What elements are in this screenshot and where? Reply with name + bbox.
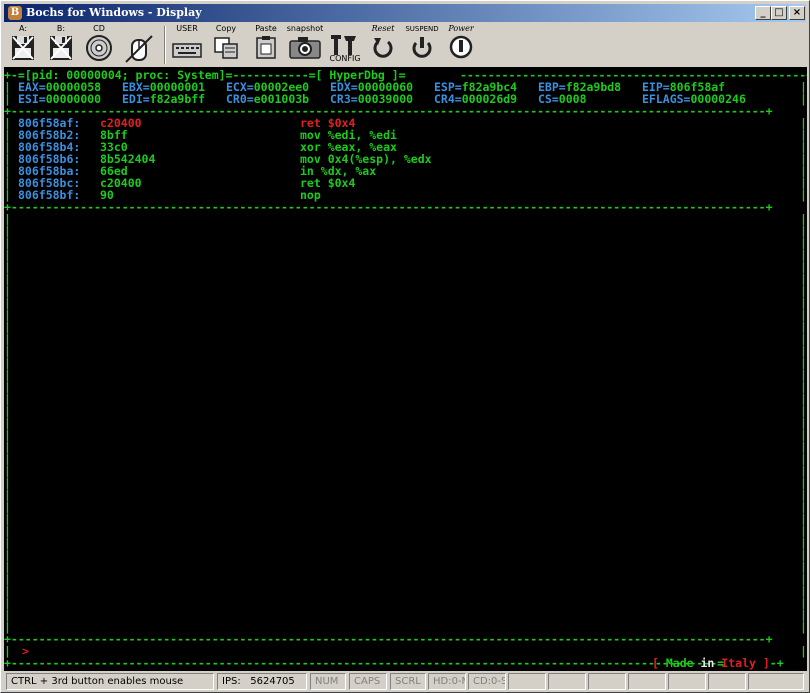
cdrom-button[interactable]: CD — [84, 24, 114, 66]
status-ips: IPS: 5624705 — [217, 673, 307, 690]
status-hd: HD:0-M — [428, 673, 466, 690]
status-hint: CTRL + 3rd button enables mouse — [6, 673, 214, 690]
suspend-icon — [412, 37, 432, 58]
cd-disc-icon — [86, 35, 112, 61]
border-pipe: | — [800, 92, 807, 106]
config-label: CONFIG — [329, 54, 361, 63]
floppy-b-label: B: — [56, 24, 66, 33]
toolbar: A: B: CD USER Copy Paste snapshot CONFIG… — [4, 24, 806, 66]
status-scroll-lock: SCRL — [390, 673, 426, 690]
status-bar: CTRL + 3rd button enables mouse IPS: 562… — [4, 673, 807, 691]
divider-line: +---------------------------------------… — [4, 632, 773, 646]
reset-icon — [373, 38, 393, 58]
footer-italy: Italy — [721, 656, 756, 670]
ips-value: 5624705 — [250, 676, 295, 687]
status-field — [668, 673, 706, 690]
reset-label: Reset — [371, 24, 395, 33]
config-button[interactable]: CONFIG — [328, 24, 362, 66]
status-field — [628, 673, 666, 690]
maximize-button[interactable]: □ — [771, 6, 787, 20]
toolbar-separator — [164, 26, 166, 64]
power-button[interactable]: Power — [442, 24, 480, 66]
status-field — [588, 673, 626, 690]
footer-border: +---------------------------------------… — [4, 656, 725, 670]
status-cd: CD:0-S — [468, 673, 506, 690]
bochs-window: B Bochs for Windows - Display _ □ × A: B… — [0, 0, 810, 693]
camera-icon — [289, 37, 321, 59]
status-field — [708, 673, 746, 690]
status-field — [748, 673, 804, 690]
power-icon — [449, 35, 473, 59]
footer-in: in — [700, 656, 715, 670]
title-bar[interactable]: B Bochs for Windows - Display _ □ × — [4, 4, 806, 22]
user-button[interactable]: USER — [170, 24, 204, 66]
reset-button[interactable]: Reset — [366, 24, 400, 66]
status-field — [508, 673, 546, 690]
snapshot-label: snapshot — [286, 24, 324, 33]
footer-credit: [ Made in Italy ]-+ — [652, 656, 784, 670]
border-pipe: | — [4, 92, 11, 106]
paste-button[interactable]: Paste — [250, 24, 282, 66]
floppy-disk-icon — [50, 36, 72, 60]
suspend-button[interactable]: SUSPEND — [404, 24, 440, 66]
status-num-lock: NUM — [310, 673, 346, 690]
border-pipe: | — [800, 620, 807, 634]
floppy-a-button[interactable]: A: — [8, 24, 38, 66]
status-field — [548, 673, 586, 690]
border-pipe: | — [800, 644, 807, 658]
mouse-disabled-icon — [125, 35, 153, 63]
copy-button[interactable]: Copy — [210, 24, 242, 66]
cdrom-label: CD — [93, 24, 105, 33]
border-pipe: | — [4, 620, 11, 634]
snapshot-button[interactable]: snapshot — [286, 24, 324, 66]
floppy-b-button[interactable]: B: — [46, 24, 76, 66]
paste-label: Paste — [255, 24, 277, 33]
tools-icon — [331, 35, 356, 55]
clipboard-icon — [256, 36, 276, 59]
border-pipe: | — [4, 188, 11, 202]
copy-icon — [214, 37, 238, 59]
copy-label: Copy — [215, 24, 237, 33]
keyboard-icon — [172, 43, 202, 58]
suspend-label: SUSPEND — [405, 25, 439, 33]
minimize-button[interactable]: _ — [755, 6, 771, 20]
close-button[interactable]: × — [789, 6, 805, 20]
user-label: USER — [176, 24, 198, 33]
power-label: Power — [448, 24, 474, 33]
status-caps-lock: CAPS — [349, 673, 387, 690]
ips-label: IPS: — [222, 676, 241, 687]
bochs-app-icon: B — [8, 6, 22, 20]
floppy-disk-icon — [12, 36, 34, 60]
divider-line: +---------------------------------------… — [4, 200, 773, 214]
terminal-screen[interactable]: +-=[pid: 00000004; proc: System]=-------… — [4, 67, 807, 671]
footer-made: Made — [665, 656, 694, 670]
floppy-a-label: A: — [18, 24, 28, 33]
window-title: Bochs for Windows - Display — [26, 6, 202, 19]
border-pipe: | — [4, 644, 11, 658]
mouse-toggle-button[interactable] — [122, 24, 156, 66]
border-pipe: | — [800, 188, 807, 202]
